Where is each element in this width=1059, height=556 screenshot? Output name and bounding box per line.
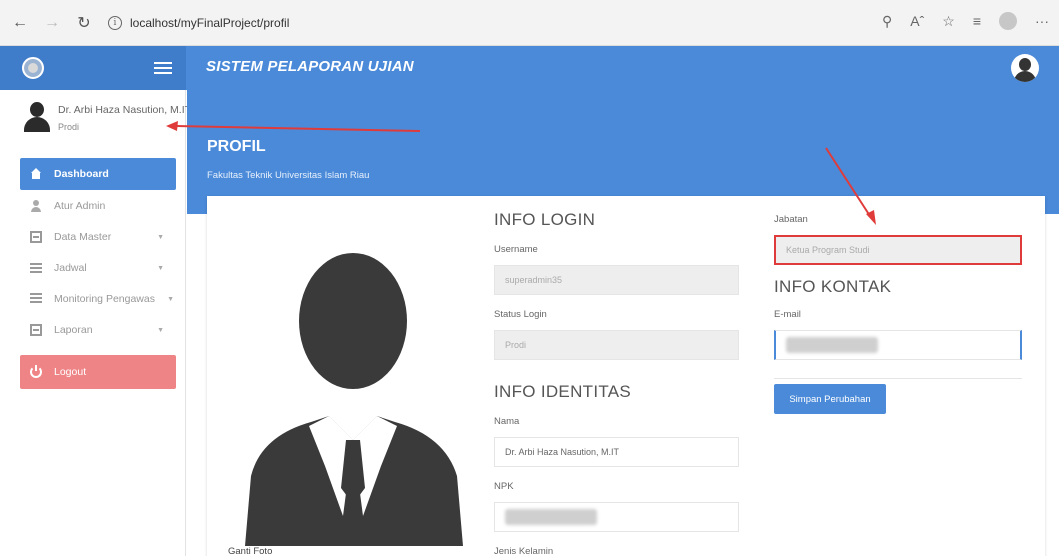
user-icon: [30, 199, 42, 212]
user-avatar-icon: [22, 102, 52, 134]
user-role: Prodi: [58, 122, 80, 132]
list-icon: [30, 262, 42, 274]
sidebar-item-jadwal[interactable]: Jadwal ▼: [0, 252, 186, 283]
jabatan-field[interactable]: Ketua Program Studi: [774, 235, 1022, 265]
sidebar-item-laporan[interactable]: Laporan ▼: [0, 314, 186, 345]
page-subtitle: Fakultas Teknik Universitas Islam Riau: [207, 170, 370, 181]
info-icon[interactable]: i: [108, 15, 122, 30]
university-logo-icon: [22, 57, 44, 79]
sidebar-item-monitoring-pengawas[interactable]: Monitoring Pengawas ▼: [0, 283, 186, 314]
sidebar-item-label: Jadwal: [54, 261, 87, 274]
jabatan-label: Jabatan: [774, 214, 808, 225]
name-label: Nama: [494, 416, 520, 427]
sidebar-item-label: Data Master: [54, 230, 112, 243]
change-photo-label[interactable]: Ganti Foto: [228, 546, 272, 556]
sidebar: Dr. Arbi Haza Nasution, M.IT Prodi Dashb…: [0, 90, 191, 556]
npk-field[interactable]: [494, 502, 739, 532]
chevron-down-icon: ▼: [157, 327, 164, 334]
email-field[interactable]: [774, 330, 1022, 360]
sidebar-item-label: Monitoring Pengawas: [54, 292, 155, 305]
home-icon: [30, 168, 42, 180]
report-icon: [30, 323, 42, 336]
sidebar-item-dashboard[interactable]: Dashboard: [20, 158, 176, 190]
forward-icon[interactable]: →: [40, 11, 64, 35]
grid-icon: [30, 292, 42, 305]
power-icon: [30, 365, 42, 378]
main-content: PROFIL Fakultas Teknik Universitas Islam…: [187, 90, 1059, 556]
redacted-value: [786, 337, 878, 353]
profile-card: Ganti Foto INFO LOGIN Username superadmi…: [207, 196, 1045, 556]
chevron-down-icon: ▼: [157, 234, 164, 241]
url-text: localhost/myFinalProject/profil: [130, 15, 290, 30]
read-aloud-icon[interactable]: Aˆ: [910, 13, 924, 29]
user-panel: Dr. Arbi Haza Nasution, M.IT Prodi: [0, 90, 191, 148]
sidebar-item-label: Laporan: [54, 323, 93, 336]
chevron-down-icon: ▼: [157, 265, 164, 272]
collections-icon[interactable]: ≡: [973, 13, 981, 29]
logout-button[interactable]: Logout: [20, 355, 176, 389]
status-login-label: Status Login: [494, 309, 547, 320]
zoom-icon[interactable]: ⚲: [882, 13, 892, 30]
back-icon[interactable]: ←: [8, 11, 32, 35]
logo-area: [0, 46, 186, 90]
save-changes-button[interactable]: Simpan Perubahan: [774, 384, 886, 414]
app-header: SISTEM PELAPORAN UJIAN: [0, 46, 1059, 90]
sidebar-item-label: Atur Admin: [54, 199, 106, 212]
divider: [774, 378, 1022, 379]
sidebar-item-data-master[interactable]: Data Master ▼: [0, 221, 186, 252]
app-title: SISTEM PELAPORAN UJIAN: [206, 58, 414, 75]
favorites-icon[interactable]: ☆: [942, 13, 955, 30]
address-bar[interactable]: i localhost/myFinalProject/profil: [108, 9, 868, 37]
sidebar-item-label: Dashboard: [54, 168, 109, 180]
status-login-field[interactable]: Prodi: [494, 330, 739, 360]
sidebar-item-atur-admin[interactable]: Atur Admin: [0, 190, 186, 221]
browser-toolbar: ← → ↻ i localhost/myFinalProject/profil …: [0, 0, 1059, 46]
username-field[interactable]: superadmin35: [494, 265, 739, 295]
info-identitas-title: INFO IDENTITAS: [494, 382, 632, 401]
browser-actions: ⚲ Aˆ ☆ ≡ ···: [882, 12, 1049, 30]
login-identity-column: INFO LOGIN Username superadmin35 Status …: [494, 210, 739, 556]
name-field[interactable]: Dr. Arbi Haza Nasution, M.IT: [494, 437, 739, 467]
sidebar-menu: Dashboard Atur Admin Data Master ▼ Jadwa…: [0, 158, 186, 389]
page-title: PROFIL: [207, 138, 266, 155]
more-icon[interactable]: ···: [1035, 13, 1049, 29]
user-name: Dr. Arbi Haza Nasution, M.IT: [58, 104, 192, 116]
header-avatar-icon[interactable]: [1011, 54, 1039, 82]
database-icon: [30, 230, 42, 243]
menu-toggle-icon[interactable]: [154, 62, 172, 74]
browser-profile-icon[interactable]: [999, 12, 1017, 30]
username-label: Username: [494, 244, 538, 255]
npk-label: NPK: [494, 481, 514, 492]
chevron-down-icon: ▼: [167, 296, 174, 303]
gender-label: Jenis Kelamin: [494, 546, 554, 556]
email-label: E-mail: [774, 309, 801, 320]
position-contact-column: Jabatan Ketua Program Studi INFO KONTAK …: [774, 214, 1022, 379]
reload-icon[interactable]: ↻: [72, 11, 96, 35]
profile-photo: [245, 253, 463, 546]
logout-label: Logout: [54, 366, 87, 378]
info-login-title: INFO LOGIN: [494, 210, 596, 229]
redacted-value: [505, 509, 597, 525]
info-kontak-title: INFO KONTAK: [774, 277, 892, 296]
